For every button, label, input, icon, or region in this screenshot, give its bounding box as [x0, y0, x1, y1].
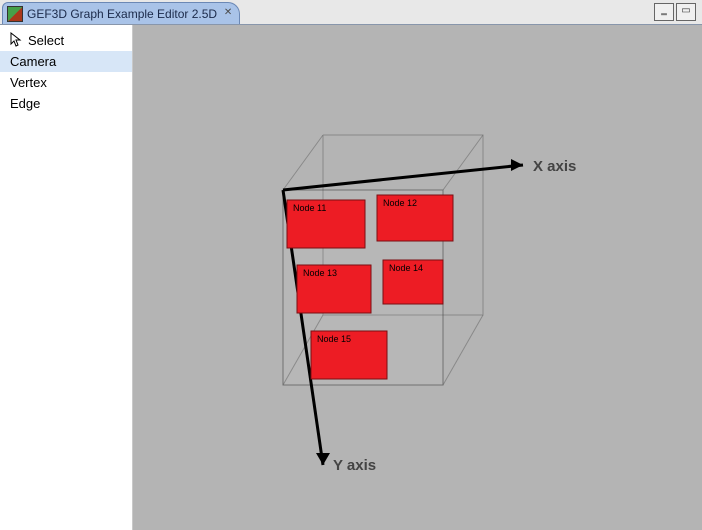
window-controls: ‗ ▭	[654, 3, 696, 21]
titlebar: GEF3D Graph Example Editor 2.5D ✕ ‗ ▭	[0, 0, 702, 24]
x-axis-line	[283, 165, 523, 190]
tab-close-icon[interactable]: ✕	[221, 6, 235, 20]
editor-body: Select Camera Vertex Edge	[0, 24, 702, 530]
node-label: Node 15	[317, 334, 351, 344]
palette-item-edge[interactable]: Edge	[0, 93, 132, 114]
node-label: Node 11	[293, 203, 326, 213]
y-axis-arrowhead	[316, 453, 330, 465]
palette-item-select[interactable]: Select	[0, 29, 132, 51]
tab-title: GEF3D Graph Example Editor 2.5D	[27, 7, 217, 21]
graph-canvas[interactable]: Node 11 Node 12 Node 13 Node 14 Node 15 …	[133, 25, 702, 530]
cube-edge	[443, 315, 483, 385]
tool-palette: Select Camera Vertex Edge	[0, 25, 133, 530]
node-label: Node 12	[383, 198, 417, 208]
cursor-icon	[10, 32, 22, 48]
node-label: Node 13	[303, 268, 337, 278]
cube-edge	[443, 135, 483, 190]
editor-window: GEF3D Graph Example Editor 2.5D ✕ ‗ ▭ Se…	[0, 0, 702, 530]
gef3d-app-icon	[7, 6, 23, 22]
minimize-button[interactable]: ‗	[654, 3, 674, 21]
palette-item-label: Vertex	[10, 75, 47, 90]
palette-item-vertex[interactable]: Vertex	[0, 72, 132, 93]
cube-edge	[283, 135, 323, 190]
y-axis-label: Y axis	[333, 457, 376, 474]
node-label: Node 14	[389, 263, 423, 273]
x-axis-arrowhead	[511, 159, 523, 171]
palette-item-camera[interactable]: Camera	[0, 51, 132, 72]
palette-item-label: Camera	[10, 54, 56, 69]
x-axis-label: X axis	[533, 158, 576, 175]
active-tab[interactable]: GEF3D Graph Example Editor 2.5D ✕	[2, 2, 240, 25]
maximize-button[interactable]: ▭	[676, 3, 696, 21]
palette-item-label: Edge	[10, 96, 40, 111]
palette-item-label: Select	[28, 33, 64, 48]
scene-svg: Node 11 Node 12 Node 13 Node 14 Node 15	[133, 25, 693, 525]
